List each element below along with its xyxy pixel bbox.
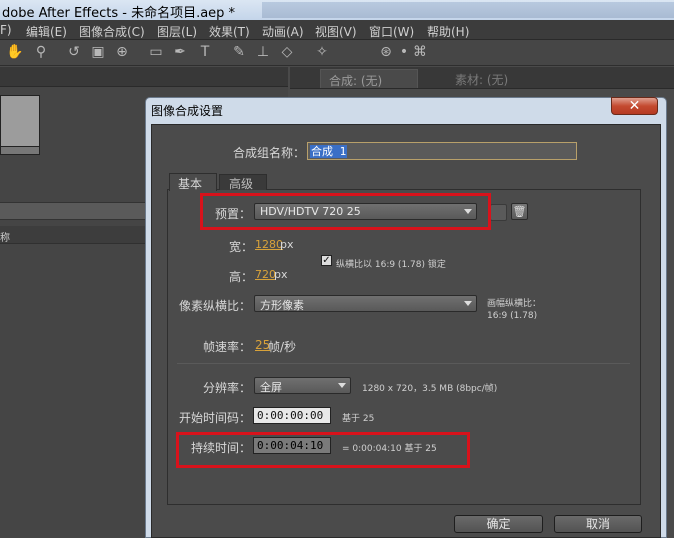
name-column-label: 称 [0,233,10,244]
ok-button[interactable]: 确定 [454,515,543,533]
width-value[interactable]: 1280 [255,238,283,251]
pan-behind-tool-icon[interactable]: ⊕ [114,44,130,60]
frame-aspect-label: 画幅纵横比： [487,299,542,309]
dialog-close-button[interactable]: ✕ [611,97,658,115]
save-preset-icon[interactable] [490,204,507,221]
composition-tab-label: 合成: (无) [329,74,383,88]
preset-highlight-box [200,193,491,230]
start-timecode-label: 开始时间码： [179,411,252,425]
composition-viewer-tab[interactable]: 合成: (无) [320,69,418,88]
pixel-aspect-label: 像素纵横比： [179,299,252,313]
height-label: 高： [229,270,254,284]
menu-composition[interactable]: 图像合成(C) [79,23,145,40]
comp-name-label: 合成组名称： [233,146,306,160]
hand-tool-icon[interactable]: ✋ [6,44,23,60]
window-title: dobe After Effects - 未命名项目.aep * [2,6,236,21]
footage-viewer-tab[interactable]: 素材: (无) [455,71,508,88]
clone-stamp-tool-icon[interactable]: ⊥ [255,44,271,60]
tab-advanced-label: 高级 [229,177,254,191]
frame-aspect-value: 16:9 (1.78) [487,311,538,321]
menu-edit[interactable]: 编辑(E) [26,23,67,40]
start-timecode-value: 0:00:00:00 [257,409,324,422]
tab-basic[interactable]: 基本 [169,173,217,191]
width-label: 宽： [229,240,254,254]
delete-preset-icon[interactable]: 🗑 [511,203,528,220]
start-timecode-base: 基于 25 [342,414,375,424]
duration-highlight-box [176,432,470,468]
tab-advanced[interactable]: 高级 [219,174,267,191]
resolution-dropdown[interactable]: 全屏 [254,377,351,394]
menu-animation[interactable]: 动画(A) [262,23,304,40]
menu-view[interactable]: 视图(V) [315,23,357,40]
comp-name-value: 合成 1 [310,145,348,158]
eraser-tool-icon[interactable]: ◇ [279,44,295,60]
chevron-down-icon [464,301,472,306]
lock-aspect-checkbox[interactable]: ✓ [321,255,332,266]
menu-window[interactable]: 窗口(W) [369,23,414,40]
resolution-info: 1280 x 720，3.5 MB (8bpc/帧) [362,384,498,394]
cancel-button[interactable]: 取消 [554,515,642,533]
project-thumbnail [0,95,40,147]
comp-name-field[interactable]: 合成 1 [307,142,577,160]
start-timecode-field[interactable]: 0:00:00:00 [253,407,331,424]
axis-mode-icon[interactable]: ⊛ [378,44,394,60]
camera-tool-icon[interactable]: ▣ [90,44,106,60]
height-value[interactable]: 720 [255,268,276,281]
menu-effect[interactable]: 效果(T) [209,23,250,40]
pixel-aspect-dropdown[interactable]: 方形像素 [254,295,477,312]
project-panel-tabbar [0,67,288,87]
project-search-row[interactable] [0,202,146,220]
height-unit: px [274,268,288,281]
view-axis-icon[interactable]: ⌘ [412,44,428,60]
project-thumbnail-footer [0,147,40,155]
lock-aspect-label: 纵横比以 16:9 (1.78) 锁定 [336,260,446,270]
menu-bar: F) 编辑(E) 图像合成(C) 图层(L) 效果(T) 动画(A) 视图(V)… [0,20,674,40]
width-unit: px [280,238,294,251]
menu-file[interactable]: F) [0,23,12,37]
close-icon: ✕ [628,98,641,114]
puppet-tool-icon[interactable]: ✧ [314,44,330,60]
text-tool-icon[interactable]: T [197,44,213,60]
window-title-bar: dobe After Effects - 未命名项目.aep * [0,0,674,21]
tab-basic-label: 基本 [178,177,203,191]
pen-tool-icon[interactable]: ✒ [172,44,188,60]
project-column-header[interactable]: 称 [0,226,146,244]
brush-tool-icon[interactable]: ✎ [231,44,247,60]
resolution-label: 分辨率： [203,381,252,395]
taskbar-strip [262,2,674,18]
zoom-tool-icon[interactable]: ⚲ [33,44,49,60]
frame-rate-label: 帧速率： [203,340,252,354]
rotate-tool-icon[interactable]: ↺ [66,44,82,60]
tools-toolbar: ✋ ⚲ ↺ ▣ ⊕ ▭ ✒ T ✎ ⊥ ◇ ✧ ⊛ • ⌘ [0,40,674,66]
dialog-title: 图像合成设置 [151,104,224,118]
frame-rate-unit: 帧/秒 [268,340,297,354]
menu-help[interactable]: 帮助(H) [427,23,469,40]
menu-layer[interactable]: 图层(L) [157,23,197,40]
world-axis-icon[interactable]: • [396,44,412,60]
chevron-down-icon [338,383,346,388]
resolution-value: 全屏 [260,381,282,394]
pixel-aspect-value: 方形像素 [260,299,304,312]
rectangle-tool-icon[interactable]: ▭ [148,44,164,60]
section-divider [177,363,630,364]
